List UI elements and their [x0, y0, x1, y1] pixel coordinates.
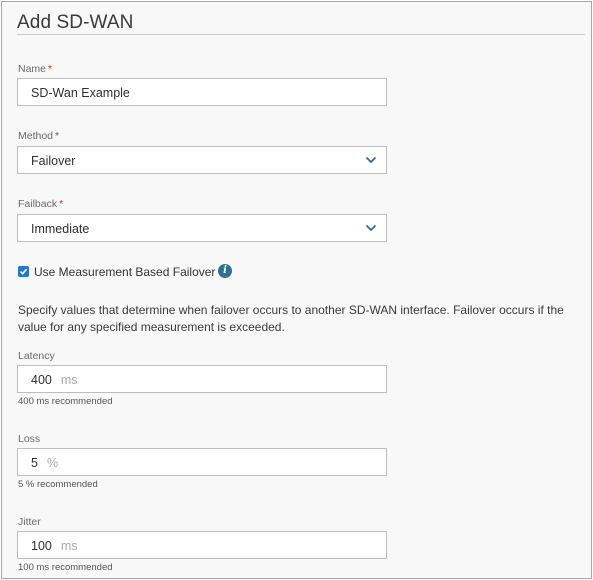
latency-value: 400	[31, 373, 52, 387]
loss-input[interactable]: 5%	[17, 448, 387, 476]
name-input-value: SD-Wan Example	[31, 86, 130, 100]
latency-label: Latency	[18, 350, 55, 362]
failback-label-text: Failback	[18, 198, 58, 210]
info-icon[interactable]: i	[218, 264, 232, 278]
failback-label: Failback *	[18, 198, 63, 210]
required-marker: *	[59, 198, 64, 210]
chevron-down-icon	[365, 156, 377, 164]
checkmark-icon	[19, 268, 28, 275]
loss-value-group: 5%	[31, 456, 58, 470]
chevron-down-icon	[365, 224, 377, 232]
method-label-text: Method	[18, 130, 54, 142]
dialog-title: Add SD-WAN	[17, 12, 134, 33]
failback-selected-value: Immediate	[31, 222, 90, 236]
failback-select[interactable]: Immediate	[17, 214, 387, 242]
latency-hint: 400 ms recommended	[18, 396, 113, 407]
jitter-unit: ms	[60, 539, 78, 553]
name-label-text: Name	[18, 63, 47, 75]
jitter-value-group: 100 ms	[31, 539, 78, 553]
loss-hint: 5 % recommended	[18, 479, 98, 490]
required-marker: *	[55, 130, 60, 142]
method-selected-value: Failover	[31, 154, 76, 168]
name-label: Name *	[18, 63, 52, 75]
jitter-label: Jitter	[18, 516, 41, 528]
latency-value-group: 400 ms	[31, 373, 78, 387]
jitter-input[interactable]: 100 ms	[17, 531, 387, 559]
required-marker: *	[48, 63, 53, 75]
latency-unit: ms	[60, 373, 78, 387]
name-input[interactable]: SD-Wan Example	[17, 78, 387, 106]
method-label: Method *	[18, 130, 59, 142]
loss-label: Loss	[18, 433, 41, 445]
jitter-hint: 100 ms recommended	[18, 562, 113, 573]
measurement-failover-checkbox[interactable]	[18, 266, 29, 277]
title-divider	[17, 34, 585, 35]
measurement-description: Specify values that determine when failo…	[18, 303, 564, 334]
add-sdwan-dialog: Add SD-WAN Name * SD-Wan Example Method * …	[1, 1, 592, 579]
jitter-value: 100	[31, 539, 52, 553]
method-select[interactable]: Failover	[17, 146, 387, 174]
loss-value: 5	[31, 456, 38, 470]
loss-unit: %	[46, 456, 59, 470]
latency-input[interactable]: 400 ms	[17, 365, 387, 393]
measurement-failover-label[interactable]: Use Measurement Based Failover	[34, 265, 215, 279]
